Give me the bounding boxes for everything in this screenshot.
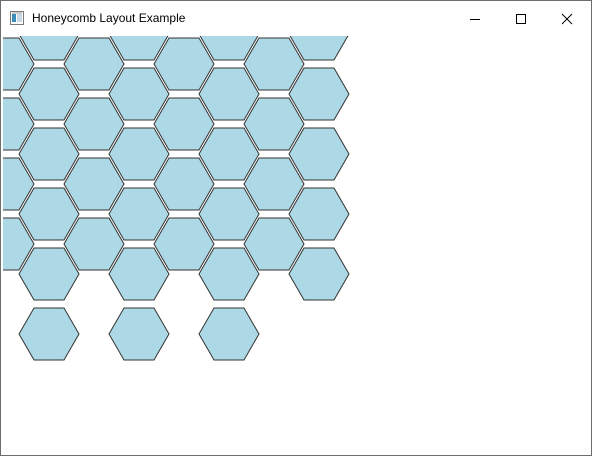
hexagon-cell: [198, 307, 260, 361]
app-window: Honeycomb Layout Example: [0, 0, 592, 456]
hexagon-cell: [63, 97, 125, 151]
hexagon-cell: [153, 97, 215, 151]
minimize-button[interactable]: [452, 1, 498, 36]
hexagon-cell: [198, 67, 260, 121]
hexagon-cell: [198, 247, 260, 301]
hexagon-cell: [18, 127, 80, 181]
hexagon-cell: [288, 247, 350, 301]
hexagon-cell: [198, 127, 260, 181]
hexagon-cell: [63, 217, 125, 271]
hexagon-cell: [198, 187, 260, 241]
hexagon-cell: [153, 37, 215, 91]
hexagon-cell: [153, 157, 215, 211]
hexagon-cell: [288, 67, 350, 121]
minimize-icon: [470, 18, 480, 20]
title-bar[interactable]: Honeycomb Layout Example: [1, 1, 591, 36]
hexagon-cell: [18, 187, 80, 241]
close-icon: [561, 13, 573, 24]
hexagon-cell: [108, 127, 170, 181]
hexagon-cell: [108, 247, 170, 301]
honeycomb-canvas: [3, 36, 589, 453]
hexagon-cell: [288, 127, 350, 181]
hexagon-cell: [63, 157, 125, 211]
hexagon-cell: [243, 217, 305, 271]
hexagon-cell: [288, 187, 350, 241]
window-title: Honeycomb Layout Example: [32, 11, 186, 25]
hexagon-cell: [108, 307, 170, 361]
hexagon-cell: [18, 67, 80, 121]
hexagon-cell: [63, 37, 125, 91]
hexagon-cell: [243, 37, 305, 91]
hexagon-cell: [243, 97, 305, 151]
hexagon-cell: [18, 247, 80, 301]
hexagon-cell: [153, 217, 215, 271]
maximize-button[interactable]: [498, 1, 544, 36]
hexagon-cell: [108, 187, 170, 241]
honeycomb-grid: [3, 36, 350, 361]
app-icon: [10, 11, 24, 25]
hexagon-cell: [18, 307, 80, 361]
hexagon-cell: [108, 67, 170, 121]
hexagon-cell: [243, 157, 305, 211]
maximize-icon: [516, 13, 526, 24]
close-button[interactable]: [544, 1, 590, 36]
